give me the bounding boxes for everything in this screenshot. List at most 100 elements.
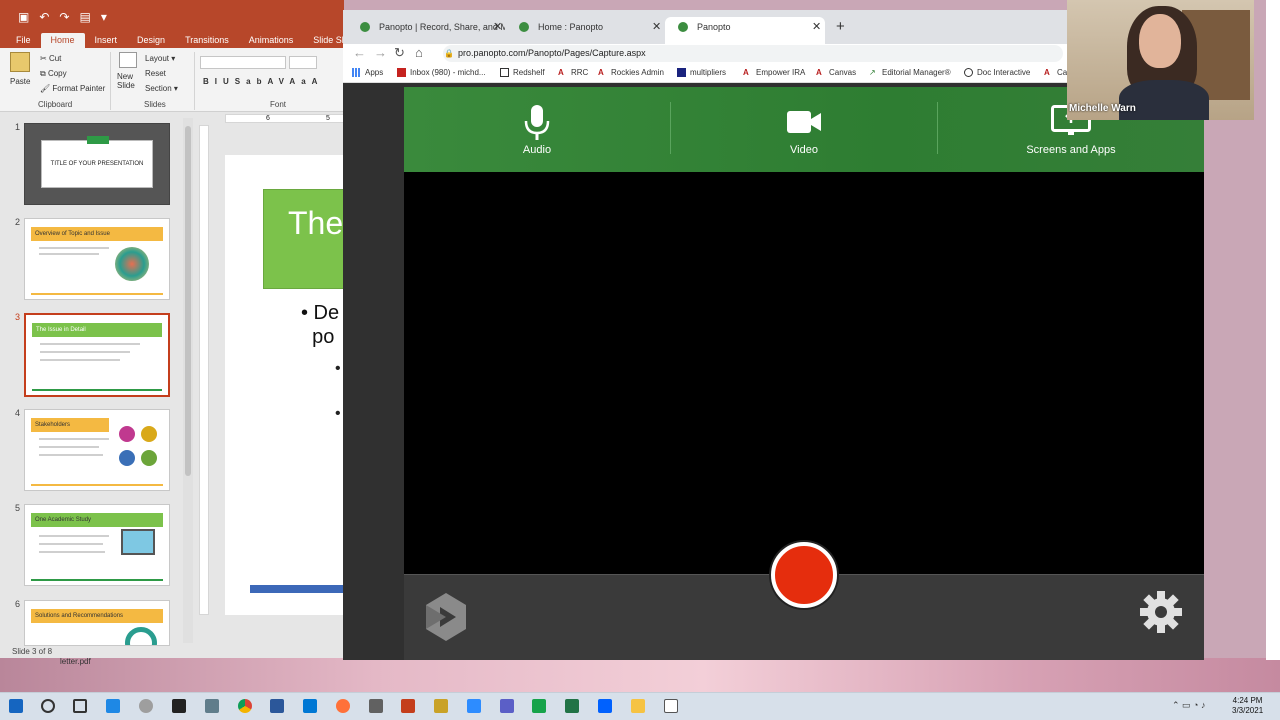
slide-thumbnail-3[interactable]: The Issue in Detail (24, 313, 170, 397)
back-icon[interactable]: ← (353, 45, 366, 60)
file-explorer-icon[interactable] (106, 699, 120, 713)
thumbnail-accent (87, 136, 109, 144)
slide-thumbnail-1[interactable]: TITLE OF YOUR PRESENTATION (24, 123, 170, 205)
paste-icon[interactable] (10, 52, 30, 72)
change-case-button[interactable]: Aa (289, 77, 311, 86)
tab-home[interactable]: Home (40, 33, 85, 48)
ppt-status-bar: Slide 3 of 8 (0, 646, 344, 658)
tab-design[interactable]: Design (127, 33, 175, 48)
forward-icon[interactable]: → (374, 45, 387, 60)
task-view-icon[interactable] (73, 699, 87, 713)
slide-bullet-text[interactable]: • De po (301, 301, 339, 349)
thumbnail-scrollbar[interactable] (183, 118, 193, 643)
search-icon[interactable] (41, 699, 55, 713)
close-tab-icon[interactable]: ✕ (812, 17, 821, 37)
desktop-file-label[interactable]: letter.pdf (60, 657, 91, 666)
browser-tab-2[interactable]: Home : Panopto ✕ (506, 17, 664, 44)
section-button[interactable]: Section ▾ (145, 84, 178, 93)
shadow-button[interactable]: ab (246, 77, 267, 86)
calculator-icon[interactable] (369, 699, 383, 713)
address-bar[interactable]: 🔒 pro.panopto.com/Panopto/Pages/Capture.… (443, 45, 1063, 62)
slide-thumbnail-2[interactable]: Overview of Topic and Issue (24, 218, 170, 300)
reload-icon[interactable]: ↻ (394, 45, 405, 61)
system-tray-icons[interactable]: ⌃ ▭ ◔ ♪ (1172, 700, 1205, 711)
bookmark-doc-interactive[interactable]: Doc Interactive (964, 68, 1030, 77)
font-size-box[interactable] (289, 56, 317, 69)
chrome-icon[interactable] (238, 699, 252, 713)
new-slide-button[interactable]: New Slide (117, 72, 143, 90)
tab-animations[interactable]: Animations (239, 33, 304, 48)
scrollbar-thumb[interactable] (185, 126, 191, 476)
layout-button[interactable]: Layout ▾ (145, 54, 175, 63)
font-format-buttons[interactable]: BIUSabAVAaA (203, 77, 323, 86)
customize-toolbar-icon[interactable]: ▾ (101, 10, 107, 24)
notepad-icon[interactable] (664, 699, 678, 713)
cut-button[interactable]: ✂ Cut (40, 54, 61, 63)
bookmark-apps[interactable]: Apps (352, 68, 383, 77)
firefox-icon[interactable] (336, 699, 350, 713)
spacing-button[interactable]: AV (267, 77, 289, 86)
slide-thumbnail-5[interactable]: One Academic Study (24, 504, 170, 586)
acrobat-icon[interactable] (172, 699, 186, 713)
strikethrough-button[interactable]: S (235, 77, 246, 86)
app-icon[interactable] (434, 699, 448, 713)
record-button[interactable] (771, 542, 837, 608)
tab-transitions[interactable]: Transitions (175, 33, 239, 48)
tab-file[interactable]: File (6, 33, 41, 48)
slide-thumbnail-6[interactable]: Solutions and Recommendations (24, 600, 170, 646)
excel-icon[interactable] (565, 699, 579, 713)
underline-button[interactable]: U (223, 77, 235, 86)
home-icon[interactable]: ⌂ (415, 45, 423, 60)
slide-number: 2 (15, 217, 21, 227)
outlook-icon[interactable] (303, 699, 317, 713)
copy-button[interactable]: ⧉ Copy (40, 69, 67, 79)
zoom-icon[interactable] (467, 699, 481, 713)
bookmark-redshelf[interactable]: Redshelf (500, 68, 545, 77)
powerpoint-icon[interactable] (401, 699, 415, 713)
redo-icon[interactable]: ↷ (59, 10, 69, 24)
close-tab-icon[interactable]: ✕ (652, 17, 661, 37)
teams-icon[interactable] (500, 699, 514, 713)
canvas-icon: A (816, 68, 822, 77)
tab-insert[interactable]: Insert (85, 33, 128, 48)
app-icon[interactable] (139, 699, 153, 713)
word-icon[interactable] (270, 699, 284, 713)
font-name-box[interactable] (200, 56, 286, 69)
paste-button[interactable]: Paste (10, 77, 30, 86)
bookmark-rockies-admin[interactable]: A Rockies Admin (598, 68, 664, 77)
video-source-button[interactable]: Video (671, 87, 937, 172)
start-from-beginning-icon[interactable]: ▤ (79, 10, 90, 24)
bookmark-editorial-manager[interactable]: ↗ Editorial Manager® (869, 68, 951, 77)
windows-start-icon[interactable] (9, 699, 23, 713)
slide-thumbnail-4[interactable]: Stakeholders (24, 409, 170, 491)
taskbar-clock[interactable]: 4:24 PM 3/3/2021 (1232, 696, 1263, 716)
undo-icon[interactable]: ↶ (39, 10, 49, 24)
slide-title[interactable]: The (263, 189, 344, 289)
dropbox-icon[interactable] (598, 699, 612, 713)
new-slide-icon[interactable] (119, 52, 137, 68)
tab-slide-show[interactable]: Slide Show (303, 33, 344, 48)
bold-button[interactable]: B (203, 77, 215, 86)
save-icon[interactable]: ▣ (18, 10, 29, 24)
sub-bullet: • (335, 360, 341, 377)
browser-tab-3[interactable]: Panopto ✕ (665, 17, 825, 44)
new-tab-button[interactable]: + (836, 18, 845, 35)
browser-tab-1[interactable]: Panopto | Record, Share, and Ma ✕ (347, 17, 505, 44)
camtasia-icon[interactable] (532, 699, 546, 713)
close-tab-icon[interactable]: ✕ (493, 17, 502, 37)
bookmark-canvas[interactable]: A Canvas (816, 68, 856, 77)
bookmark-empower-ira[interactable]: A Empower IRA (743, 68, 805, 77)
bookmark-inbox[interactable]: Inbox (980) - michd... (397, 68, 486, 77)
gear-icon[interactable] (1138, 589, 1184, 635)
italic-button[interactable]: I (215, 77, 223, 86)
format-painter-button[interactable]: 🖌 Format Painter (40, 84, 105, 93)
bookmark-rrc[interactable]: A RRC (558, 68, 588, 77)
bookmark-multipliers[interactable]: multipliers (677, 68, 726, 77)
slide-canvas[interactable]: The • De po • • (225, 155, 344, 615)
snipping-tool-icon[interactable] (205, 699, 219, 713)
folder-icon[interactable] (631, 699, 645, 713)
font-color-button[interactable]: A (312, 77, 324, 86)
bookmark-overflow[interactable]: A Ca (1044, 68, 1067, 77)
audio-source-button[interactable]: Audio (404, 87, 670, 172)
reset-button[interactable]: Reset (145, 69, 166, 78)
